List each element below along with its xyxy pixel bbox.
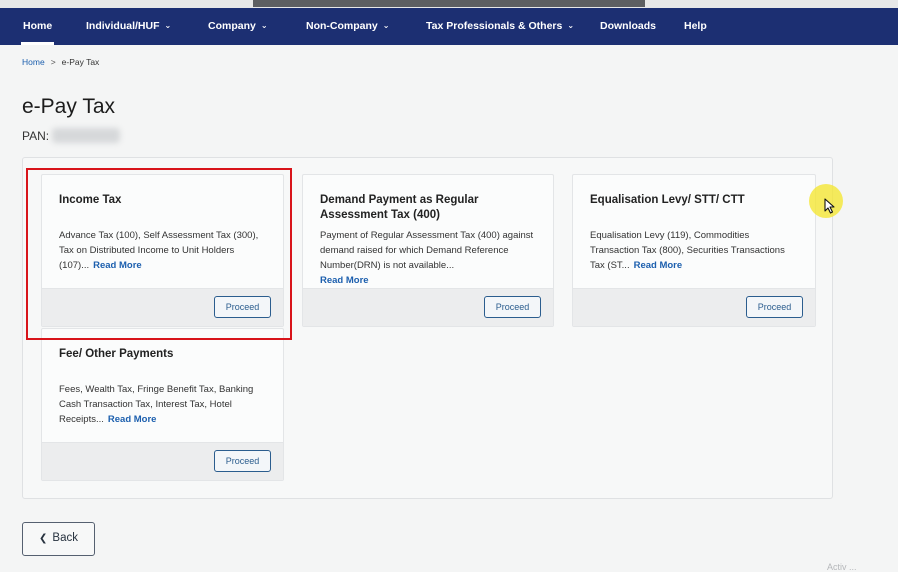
card-title: Demand Payment as Regular Assessment Tax… bbox=[320, 194, 479, 221]
nav-home-label: Home bbox=[23, 20, 53, 32]
card-equalisation-levy: Equalisation Levy/ STT/ CTT Equalisation… bbox=[572, 174, 816, 327]
breadcrumb: Home > e-Pay Tax bbox=[22, 57, 99, 67]
nav-individual-huf-label: Individual/HUF bbox=[86, 20, 160, 32]
chevron-down-icon: ⌄ bbox=[382, 21, 390, 30]
card-description-text: Equalisation Levy (119), Commodities Tra… bbox=[590, 230, 785, 271]
card-fee-other-payments: Fee/ Other Payments Fees, Wealth Tax, Fr… bbox=[41, 328, 284, 481]
nav-tax-professionals-label: Tax Professionals & Others bbox=[426, 20, 563, 32]
card-description-text: Payment of Regular Assessment Tax (400) … bbox=[320, 230, 534, 271]
nav-company-label: Company bbox=[208, 20, 256, 32]
back-button[interactable]: ❮ Back bbox=[22, 522, 95, 556]
card-footer: Proceed bbox=[573, 288, 815, 326]
breadcrumb-home-link[interactable]: Home bbox=[22, 57, 45, 67]
nav-non-company-label: Non-Company bbox=[306, 20, 378, 32]
pan-value-redacted bbox=[52, 128, 120, 143]
breadcrumb-separator: > bbox=[50, 57, 56, 67]
read-more-link[interactable]: Read More bbox=[634, 260, 683, 271]
card-footer: Proceed bbox=[303, 288, 553, 326]
card-title: Fee/ Other Payments bbox=[59, 348, 174, 360]
nav-downloads[interactable]: Downloads bbox=[600, 8, 656, 45]
card-description: Fees, Wealth Tax, Fringe Benefit Tax, Ba… bbox=[59, 382, 269, 427]
chevron-down-icon: ⌄ bbox=[260, 21, 268, 30]
proceed-button-fee-other-payments[interactable]: Proceed bbox=[214, 450, 271, 472]
chevron-down-icon: ⌄ bbox=[567, 21, 575, 30]
main-navbar: Home Individual/HUF ⌄ Company ⌄ Non-Compan… bbox=[0, 8, 898, 45]
chevron-down-icon: ⌄ bbox=[164, 21, 172, 30]
nav-company[interactable]: Company ⌄ bbox=[208, 8, 268, 45]
os-activation-watermark: Activ ... bbox=[827, 562, 857, 572]
page-title: e-Pay Tax bbox=[22, 95, 115, 118]
mouse-pointer-icon bbox=[824, 198, 835, 214]
back-button-label: Back bbox=[52, 532, 78, 544]
proceed-button-equalisation-levy[interactable]: Proceed bbox=[746, 296, 803, 318]
nav-individual-huf[interactable]: Individual/HUF ⌄ bbox=[86, 8, 171, 45]
card-demand-payment: Demand Payment as Regular Assessment Tax… bbox=[302, 174, 554, 327]
read-more-link[interactable]: Read More bbox=[108, 414, 157, 425]
nav-tax-professionals[interactable]: Tax Professionals & Others ⌄ bbox=[426, 8, 574, 45]
browser-top-strip bbox=[0, 0, 898, 8]
read-more-link[interactable]: Read More bbox=[320, 275, 369, 286]
proceed-button-demand-payment[interactable]: Proceed bbox=[484, 296, 541, 318]
red-highlight-annotation bbox=[26, 168, 292, 340]
card-title: Equalisation Levy/ STT/ CTT bbox=[590, 194, 745, 206]
nav-help[interactable]: Help bbox=[684, 8, 707, 45]
video-overlay-bar bbox=[253, 0, 645, 7]
card-description: Equalisation Levy (119), Commodities Tra… bbox=[590, 228, 801, 273]
card-description: Payment of Regular Assessment Tax (400) … bbox=[320, 228, 539, 288]
nav-home[interactable]: Home bbox=[20, 8, 55, 45]
pan-label: PAN: bbox=[22, 129, 50, 143]
nav-non-company[interactable]: Non-Company ⌄ bbox=[306, 8, 389, 45]
card-description-text: Fees, Wealth Tax, Fringe Benefit Tax, Ba… bbox=[59, 384, 254, 425]
nav-downloads-label: Downloads bbox=[600, 20, 657, 32]
card-footer: Proceed bbox=[42, 442, 283, 480]
breadcrumb-current: e-Pay Tax bbox=[61, 57, 100, 67]
nav-help-label: Help bbox=[684, 20, 707, 32]
chevron-left-icon: ❮ bbox=[39, 533, 48, 544]
